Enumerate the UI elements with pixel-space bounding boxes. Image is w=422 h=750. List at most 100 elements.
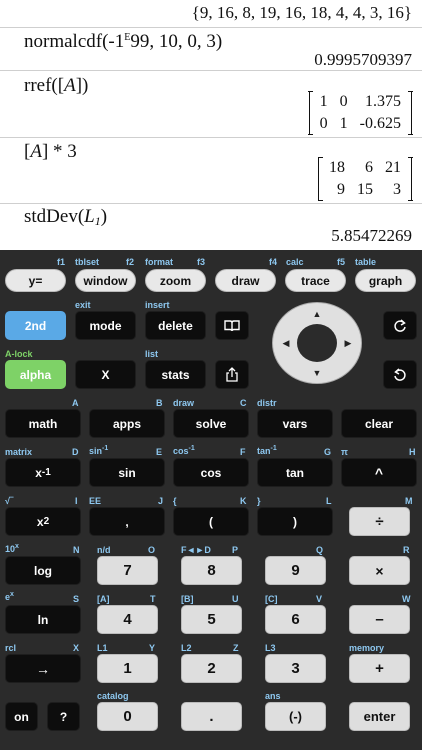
label-k: K xyxy=(240,496,247,506)
x-variable-key[interactable]: X xyxy=(75,360,136,389)
label-matrix-a: [A] xyxy=(97,594,110,604)
redo-icon[interactable] xyxy=(383,311,417,340)
label-y: Y xyxy=(149,643,156,653)
right-paren-key[interactable]: ) xyxy=(257,507,333,536)
dpad-center xyxy=(297,324,337,362)
history-expression: normalcdf(-1E99, 10, 0, 3) xyxy=(24,31,223,52)
reciprocal-key[interactable]: x -1 xyxy=(5,458,81,487)
book-icon[interactable] xyxy=(215,311,249,340)
store-key[interactable]: → xyxy=(5,654,81,683)
alpha-key[interactable]: alpha xyxy=(5,360,66,389)
label-p: P xyxy=(232,545,239,555)
enter-key[interactable]: enter xyxy=(349,702,410,731)
label-f3: f3 xyxy=(197,257,206,267)
digit-4-key[interactable]: 4 xyxy=(97,605,158,634)
digit-6-key[interactable]: 6 xyxy=(265,605,326,634)
solve-key[interactable]: solve xyxy=(173,409,249,438)
graph-key[interactable]: graph xyxy=(355,269,416,292)
negate-key[interactable]: (-) xyxy=(265,702,326,731)
tan-key[interactable]: tan xyxy=(257,458,333,487)
label-exit: exit xyxy=(75,300,91,310)
digit-7-key[interactable]: 7 xyxy=(97,556,158,585)
divider xyxy=(0,203,422,204)
digit-8-key[interactable]: 8 xyxy=(181,556,242,585)
divider xyxy=(0,137,422,138)
multiply-key[interactable]: × xyxy=(349,556,410,585)
digit-0-key[interactable]: 0 xyxy=(97,702,158,731)
digit-3-key[interactable]: 3 xyxy=(265,654,326,683)
zoom-key[interactable]: zoom xyxy=(145,269,206,292)
divide-key[interactable]: ÷ xyxy=(349,507,410,536)
label-draw: draw xyxy=(173,398,195,408)
sin-key[interactable]: sin xyxy=(89,458,165,487)
decimal-key[interactable]: . xyxy=(181,702,242,731)
history-result: 0.9995709397 xyxy=(314,50,412,69)
digit-5-key[interactable]: 5 xyxy=(181,605,242,634)
ln-key[interactable]: ln xyxy=(5,605,81,634)
label-l2: L2 xyxy=(181,643,192,653)
label-h: H xyxy=(409,447,416,457)
power-key[interactable]: ^ xyxy=(341,458,417,487)
label-catalog: catalog xyxy=(97,691,129,701)
label-format: format xyxy=(145,257,174,267)
digit-1-key[interactable]: 1 xyxy=(97,654,158,683)
label-u: U xyxy=(232,594,239,604)
square-key[interactable]: x2 xyxy=(5,507,81,536)
label-ten-power: 10x xyxy=(5,543,19,554)
label-w: W xyxy=(402,594,411,604)
second-key[interactable]: 2nd xyxy=(5,311,66,340)
matrix-row: 9 15 3 xyxy=(323,179,407,201)
left-paren-key[interactable]: ( xyxy=(173,507,249,536)
matrix-cell: 15 xyxy=(357,181,373,198)
arrow-right-icon[interactable]: ▶ xyxy=(336,333,360,353)
on-key[interactable]: on xyxy=(5,702,38,731)
result-matrix: 1 0 1.375 0 1 -0.625 xyxy=(308,91,413,135)
label-a: A xyxy=(72,398,79,408)
share-icon[interactable] xyxy=(215,360,249,389)
math-key[interactable]: math xyxy=(5,409,81,438)
clear-key[interactable]: clear xyxy=(341,409,417,438)
digit-2-key[interactable]: 2 xyxy=(181,654,242,683)
keypad: f1 tblset f2 format f3 f4 calc f5 table … xyxy=(0,250,422,750)
undo-icon[interactable] xyxy=(383,360,417,389)
subtract-key[interactable]: – xyxy=(349,605,410,634)
arrow-down-icon[interactable]: ▼ xyxy=(305,363,329,383)
arrow-up-icon[interactable]: ▲ xyxy=(305,304,329,324)
label-distr: distr xyxy=(257,398,277,408)
matrix-row: 0 1 -0.625 xyxy=(314,113,407,135)
label-frac-dec: F◄►D xyxy=(181,545,211,555)
y-equals-key[interactable]: y= xyxy=(5,269,66,292)
history-display[interactable]: {9, 16, 8, 19, 16, 18, 4, 4, 3, 16} norm… xyxy=(0,0,422,250)
label-matrix-b: [B] xyxy=(181,594,194,604)
label-c: C xyxy=(240,398,247,408)
label-sqrt: √‾ xyxy=(5,496,13,506)
label-m: M xyxy=(405,496,413,506)
matrix-cell: 9 xyxy=(337,181,345,198)
history-expression: stdDev(L1) xyxy=(24,206,108,228)
comma-key[interactable]: , xyxy=(89,507,165,536)
delete-key[interactable]: delete xyxy=(145,311,206,340)
log-key[interactable]: log xyxy=(5,556,81,585)
vars-key[interactable]: vars xyxy=(257,409,333,438)
draw-key[interactable]: draw xyxy=(215,269,276,292)
label-pi: π xyxy=(341,447,348,457)
mode-key[interactable]: mode xyxy=(75,311,136,340)
label-r: R xyxy=(403,545,410,555)
label-j: J xyxy=(158,496,164,506)
label-matrix: matrix xyxy=(5,447,33,457)
apps-key[interactable]: apps xyxy=(89,409,165,438)
add-key[interactable]: + xyxy=(349,654,410,683)
window-key[interactable]: window xyxy=(75,269,136,292)
label-i: I xyxy=(75,496,78,506)
help-key[interactable]: ? xyxy=(47,702,80,731)
label-f: F xyxy=(240,447,246,457)
arrow-left-icon[interactable]: ◀ xyxy=(274,333,298,353)
label-b: B xyxy=(156,398,163,408)
cos-key[interactable]: cos xyxy=(173,458,249,487)
label-x: X xyxy=(73,643,80,653)
matrix-cell: 6 xyxy=(365,159,373,176)
stats-key[interactable]: stats xyxy=(145,360,206,389)
label-right-brace: } xyxy=(257,496,261,506)
trace-key[interactable]: trace xyxy=(285,269,346,292)
digit-9-key[interactable]: 9 xyxy=(265,556,326,585)
